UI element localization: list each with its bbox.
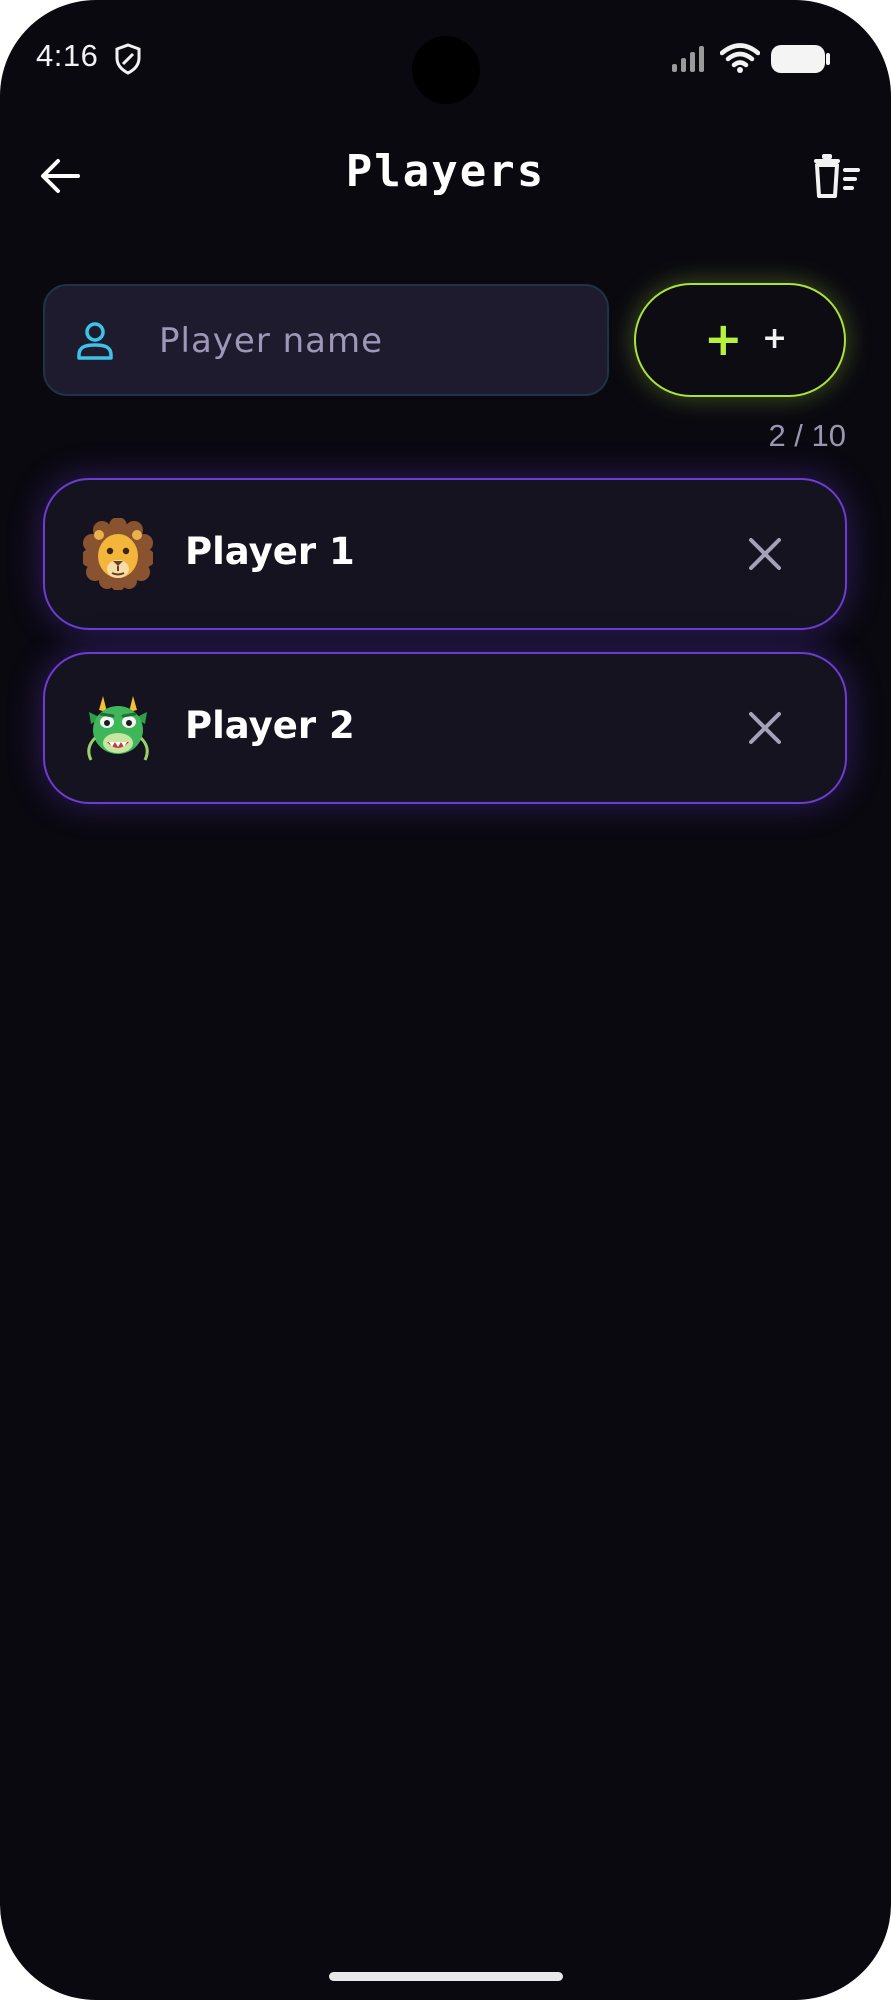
remove-player-close-icon[interactable] (743, 532, 787, 576)
player-name-field[interactable] (43, 284, 609, 396)
clear-all-trash-icon[interactable] (812, 152, 862, 202)
player-card: Player 2 (43, 652, 847, 804)
home-indicator[interactable] (329, 1972, 563, 1981)
shield-icon (115, 43, 141, 75)
person-icon (77, 322, 113, 360)
phone-screen: 4:16 Players Player name + + 2 / 10 Play… (0, 0, 891, 2000)
page-title: Players (345, 146, 546, 197)
player-count: 2 / 10 (768, 418, 846, 453)
player-card: Player 1 (43, 478, 847, 630)
front-camera (412, 36, 480, 104)
signal-icon (672, 46, 704, 72)
wifi-icon (720, 43, 760, 73)
player-name: Player 2 (185, 704, 355, 747)
battery-icon (771, 45, 830, 73)
dragon-avatar-icon (87, 696, 149, 761)
lion-avatar-icon (83, 518, 153, 590)
add-player-button[interactable]: + + (634, 283, 846, 397)
add-plus-secondary-symbol: + (762, 321, 788, 356)
add-plus-symbol: + (704, 312, 743, 366)
player-name: Player 1 (185, 530, 355, 573)
player-name-input[interactable] (157, 286, 581, 396)
status-time: 4:16 (36, 38, 99, 73)
remove-player-close-icon[interactable] (743, 706, 787, 750)
